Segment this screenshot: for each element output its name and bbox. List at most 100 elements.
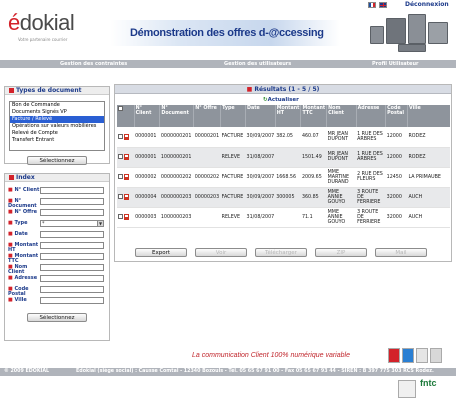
table-row[interactable]: 0000001 1000000201 RELEVE 31/08/2007 150…: [117, 147, 450, 168]
index-select-button[interactable]: Sélectionnez: [27, 313, 87, 322]
results-title: Résultats (1 - 5 / 5): [254, 86, 320, 93]
machine-icon: [370, 26, 384, 44]
doc-types-select-button[interactable]: Sélectionnez: [27, 156, 87, 165]
index-label: Adresse: [14, 275, 38, 281]
select-all-checkbox[interactable]: [118, 106, 123, 111]
company-address: Edokial (siège social) : Causse Comtal -…: [76, 369, 434, 374]
doc-type-option[interactable]: Opérations sur valeurs mobilières: [10, 123, 104, 130]
client-name-input[interactable]: [40, 264, 104, 271]
mail-button[interactable]: Mail: [375, 248, 427, 257]
table-cell: 0000001: [134, 147, 160, 168]
export-button[interactable]: Export: [135, 248, 187, 257]
table-row[interactable]: 0000003 1000000203 RELEVE 31/08/2007 71.…: [117, 207, 450, 228]
language-flags: [368, 2, 387, 8]
pdf-icon[interactable]: [124, 173, 129, 180]
index-row-offre: ■ N° Offre: [5, 208, 109, 219]
machine-icon: [398, 44, 426, 52]
table-cell: 382.05: [275, 127, 301, 148]
english-flag-icon[interactable]: [379, 2, 387, 8]
column-header[interactable]: Montant HT: [275, 105, 302, 127]
doc-type-option[interactable]: Relevé de Compte: [10, 130, 104, 137]
banner-title: Démonstration des offres d-@ccessing: [130, 27, 324, 39]
chevron-down-icon[interactable]: ▼: [97, 221, 103, 226]
pdf-icon[interactable]: [124, 213, 129, 220]
table-cell: 0000000203: [159, 187, 194, 208]
download-button[interactable]: Télécharger: [255, 248, 307, 257]
doc-type-option[interactable]: Bon de Commande: [10, 102, 104, 109]
column-header[interactable]: N° Client: [134, 105, 161, 127]
row-checkbox[interactable]: [118, 134, 123, 139]
footer-bar: © 2009 EDOKIAL Edokial (siège social) : …: [0, 368, 456, 376]
table-row[interactable]: 0000004 0000000203 00000203 FACTURE 30/0…: [117, 187, 450, 208]
results-panel: ■ Résultats (1 - 5 / 5) ↻Actualiser N° C…: [114, 84, 452, 262]
doc-types-listbox[interactable]: Bon de Commande Documents Signés VP Fact…: [9, 101, 105, 151]
doc-type-option-selected[interactable]: Facture / Relevé: [10, 116, 104, 123]
row-checkbox[interactable]: [118, 154, 123, 160]
table-cell: 2009.65: [300, 167, 327, 188]
nav-profil-utilisateur[interactable]: Profil Utilisateur: [372, 61, 418, 67]
nav-gestion-contraintes[interactable]: Gestion des contraintes: [60, 61, 127, 67]
zip-button[interactable]: ZIP: [315, 248, 367, 257]
table-row[interactable]: 0000001 0000000201 00000201 FACTURE 30/0…: [117, 127, 450, 148]
table-cell: LA PRIMAUBE: [407, 167, 450, 188]
table-cell: RELEVE: [220, 207, 246, 228]
table-row[interactable]: 0000002 0000000202 00000202 FACTURE 30/0…: [117, 167, 450, 188]
french-flag-icon[interactable]: [368, 2, 376, 8]
type-select[interactable]: * ▼: [40, 220, 104, 227]
table-cell: 30/09/2007: [245, 167, 276, 188]
table-cell: [275, 147, 301, 168]
index-title: Index: [16, 174, 35, 181]
refresh-link[interactable]: ↻Actualiser: [263, 97, 299, 103]
table-cell: 1501.49: [300, 147, 327, 168]
table-cell: 3 ROUTE DE FERRIERE: [356, 187, 386, 208]
table-cell: 0000004: [134, 187, 160, 208]
column-header[interactable]: Adresse: [356, 105, 387, 127]
machine-icon: [386, 18, 406, 44]
machine-icon: [428, 22, 448, 44]
table-cell: RODEZ: [407, 147, 450, 168]
offer-number-input[interactable]: [40, 209, 104, 216]
city-input[interactable]: [40, 297, 104, 304]
postal-code-input[interactable]: [40, 286, 104, 293]
view-button[interactable]: Voir: [195, 248, 247, 257]
pdf-icon[interactable]: [124, 133, 129, 140]
document-number-input[interactable]: [40, 198, 104, 205]
date-input[interactable]: [40, 231, 104, 238]
product-icon: [416, 348, 428, 363]
index-label: Date: [14, 231, 28, 237]
index-header: Index: [5, 174, 109, 182]
panel-bullet-icon: [9, 175, 14, 180]
address-input[interactable]: [40, 275, 104, 282]
amount-ttc-input[interactable]: [40, 253, 104, 260]
column-header[interactable]: Code Postal: [385, 105, 408, 127]
index-label: Type: [14, 220, 28, 226]
index-row-adresse: ■ Adresse: [5, 274, 109, 285]
doc-types-panel: Types de document Bon de Commande Docume…: [4, 86, 110, 165]
index-panel: Index ■ N° Client ■ N° Document ■ N° Off…: [4, 173, 110, 341]
doc-type-option[interactable]: Transfert Entrant: [10, 137, 104, 144]
table-cell: 12000: [385, 127, 408, 148]
table-cell: [193, 147, 221, 168]
amount-ht-input[interactable]: [40, 242, 104, 249]
logout-link[interactable]: Déconnexion: [405, 1, 449, 8]
client-number-input[interactable]: [40, 187, 104, 194]
column-header[interactable]: Type: [220, 105, 247, 127]
column-header[interactable]: Montant TTC: [300, 105, 328, 127]
column-header[interactable]: Date: [245, 105, 276, 127]
copyright: © 2009 EDOKIAL: [4, 369, 50, 374]
doc-type-option[interactable]: Documents Signés VP: [10, 109, 104, 116]
row-checkbox[interactable]: [118, 174, 123, 180]
column-header[interactable]: Nom Client: [326, 105, 357, 127]
pdf-icon[interactable]: [124, 193, 129, 200]
column-header[interactable]: N° Offre: [193, 105, 222, 127]
table-cell: 31/08/2007: [245, 147, 276, 168]
printing-machines-image: [368, 12, 452, 54]
edokial-logo[interactable]: édokial: [8, 10, 75, 36]
nav-gestion-utilisateurs[interactable]: Gestion des utilisateurs: [224, 61, 291, 67]
pdf-icon[interactable]: [124, 153, 129, 160]
table-cell: 1668.56: [275, 167, 301, 188]
column-header[interactable]: N° Document: [159, 105, 195, 127]
column-header[interactable]: Ville: [407, 105, 450, 127]
row-checkbox[interactable]: [118, 214, 123, 220]
row-checkbox[interactable]: [118, 194, 123, 200]
